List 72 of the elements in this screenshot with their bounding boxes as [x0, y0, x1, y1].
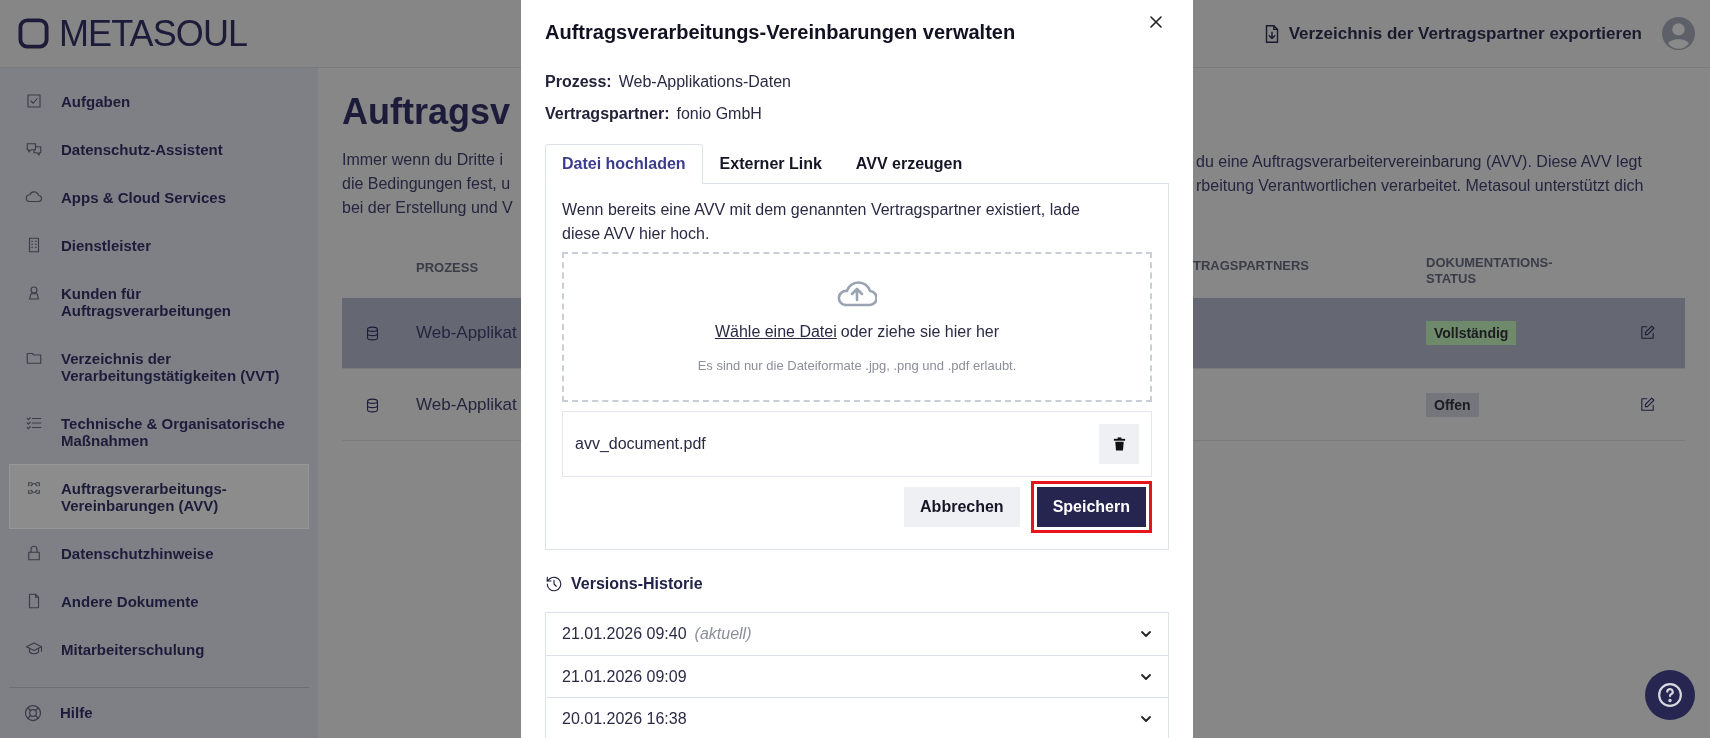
format-note: Es sind nur die Dateiformate .jpg, .png und .pdf erlaubt. — [697, 357, 1017, 375]
tab[interactable]: AVV erzeugen — [838, 144, 980, 184]
delete-button[interactable] — [1099, 424, 1139, 464]
dialog-button[interactable]: Abbrechen — [904, 487, 1020, 527]
sidebar-item[interactable]: Apps & Cloud Services — [9, 173, 309, 221]
close-icon[interactable] — [1149, 15, 1163, 29]
sidebar-item[interactable]: Technische & Organisatorische Maßnahmen — [9, 399, 309, 464]
database-icon — [364, 396, 381, 414]
edit-icon[interactable] — [1639, 396, 1656, 413]
cloud-upload-icon — [837, 278, 877, 308]
chat-bubbles-icon — [24, 140, 44, 158]
file-name: avv_document.pdf — [575, 434, 706, 454]
field-value: fonio GmbH — [676, 104, 762, 124]
help-button[interactable] — [1645, 670, 1695, 720]
chevron-down-icon[interactable] — [1140, 630, 1152, 638]
intro-text: du eine Auftragsverarbeitervereinbarung (AVV). Diese AVV legt — [1196, 152, 1643, 172]
dialog-button[interactable]: Speichern — [1036, 487, 1146, 527]
sidebar-item[interactable]: Verzeichnis der Verarbeitungstätigkeiten (VVT) — [9, 334, 309, 399]
choose-file-link[interactable]: Wähle eine Datei — [714, 320, 837, 344]
sidebar-item[interactable]: Mitarbeiterschulung — [9, 625, 309, 673]
edit-icon[interactable] — [1639, 324, 1656, 341]
checklist-icon — [24, 414, 44, 432]
column-header: PROZESS — [416, 259, 479, 277]
tab[interactable]: Datei hochladen — [545, 144, 703, 184]
column-header: DOKUMENTATIONS-STATUS — [1426, 255, 1554, 287]
drop-zone[interactable]: Wähle eine Datei oder ziehe sie hier her Es sind nur die Dateiformate .jpg, .png und .pdf erlaubt. — [562, 252, 1152, 402]
tab[interactable]: Externer Link — [702, 144, 839, 184]
history-icon — [545, 575, 563, 593]
sidebar-item[interactable]: Andere Dokumente — [9, 577, 309, 625]
sidebar-item[interactable]: Dienstleister — [9, 221, 309, 269]
table-row[interactable]: Web-Applikat — [342, 370, 521, 440]
history-title: Versions-Historie — [571, 574, 703, 594]
drop-text: oder ziehe sie hier her — [840, 322, 1000, 342]
version-row[interactable]: 21.01.2026 09:09 — [546, 655, 1168, 697]
chevron-down-icon[interactable] — [1140, 714, 1152, 723]
sidebar-item[interactable]: Datenschutzhinweise — [9, 529, 309, 577]
intro-text: Immer wenn du Dritte i — [342, 150, 503, 170]
trash-icon — [1111, 436, 1127, 452]
version-row[interactable]: 20.01.2026 16:38 — [546, 697, 1168, 738]
database-icon — [364, 324, 381, 342]
version-date: 21.01.2026 09:40 — [562, 624, 687, 644]
column-header: TRAGSPARTNERS — [1193, 258, 1310, 274]
process-name: Web-Applikat — [416, 322, 517, 345]
upload-hint: Wenn bereits eine AVV mit dem genannten Vertragspartner existiert, lade diese AVV hier hoch. — [562, 200, 1081, 244]
status-badge: Vollständig — [1426, 321, 1517, 345]
logo-text: METASOUL — [59, 15, 248, 52]
sidebar-item[interactable]: Auftragsverarbeitungs-Vereinbarungen (AVV) — [9, 464, 309, 529]
question-mark-icon — [1657, 682, 1683, 708]
dialog-title: Auftragsverarbeitungs-Vereinbarungen verwalten — [545, 20, 1016, 45]
logo-icon — [18, 18, 49, 49]
sidebar-item[interactable]: Hilfe — [9, 690, 309, 737]
field-label: Vertragspartner: — [545, 104, 670, 124]
version-date: 21.01.2026 09:09 — [562, 666, 687, 687]
page-heading: Auftragsv — [342, 90, 511, 134]
status-badge: Offen — [1426, 393, 1479, 417]
checkbox-icon — [24, 92, 44, 110]
lifebuoy-icon — [23, 703, 43, 724]
sidebar-item[interactable]: Kunden für Auftragsverarbeitungen — [9, 269, 309, 334]
export-button[interactable]: Verzeichnis der Vertragspartner exportieren — [1260, 13, 1642, 54]
process-name: Web-Applikat — [416, 394, 517, 417]
intro-text: die Bedingungen fest, u — [342, 174, 511, 194]
intro-text: bei der Erstellung und V — [342, 198, 513, 218]
sidebar-item[interactable]: Aufgaben — [9, 77, 309, 125]
field-label: Prozess: — [545, 72, 612, 92]
field-value: Web-Applikations-Daten — [618, 72, 791, 92]
intro-text: rbeitung Verantwortlichen verarbeitet. Metasoul unterstützt dich — [1196, 176, 1644, 196]
sidebar-item[interactable]: Datenschutz-Assistent — [9, 125, 309, 173]
version-row[interactable]: 21.01.2026 09:40 (aktuell) — [546, 613, 1168, 655]
chevron-down-icon[interactable] — [1140, 672, 1152, 681]
table-row[interactable]: Web-Applikat — [342, 298, 521, 368]
version-tag: (aktuell) — [694, 622, 752, 646]
version-date: 20.01.2026 16:38 — [562, 708, 687, 729]
